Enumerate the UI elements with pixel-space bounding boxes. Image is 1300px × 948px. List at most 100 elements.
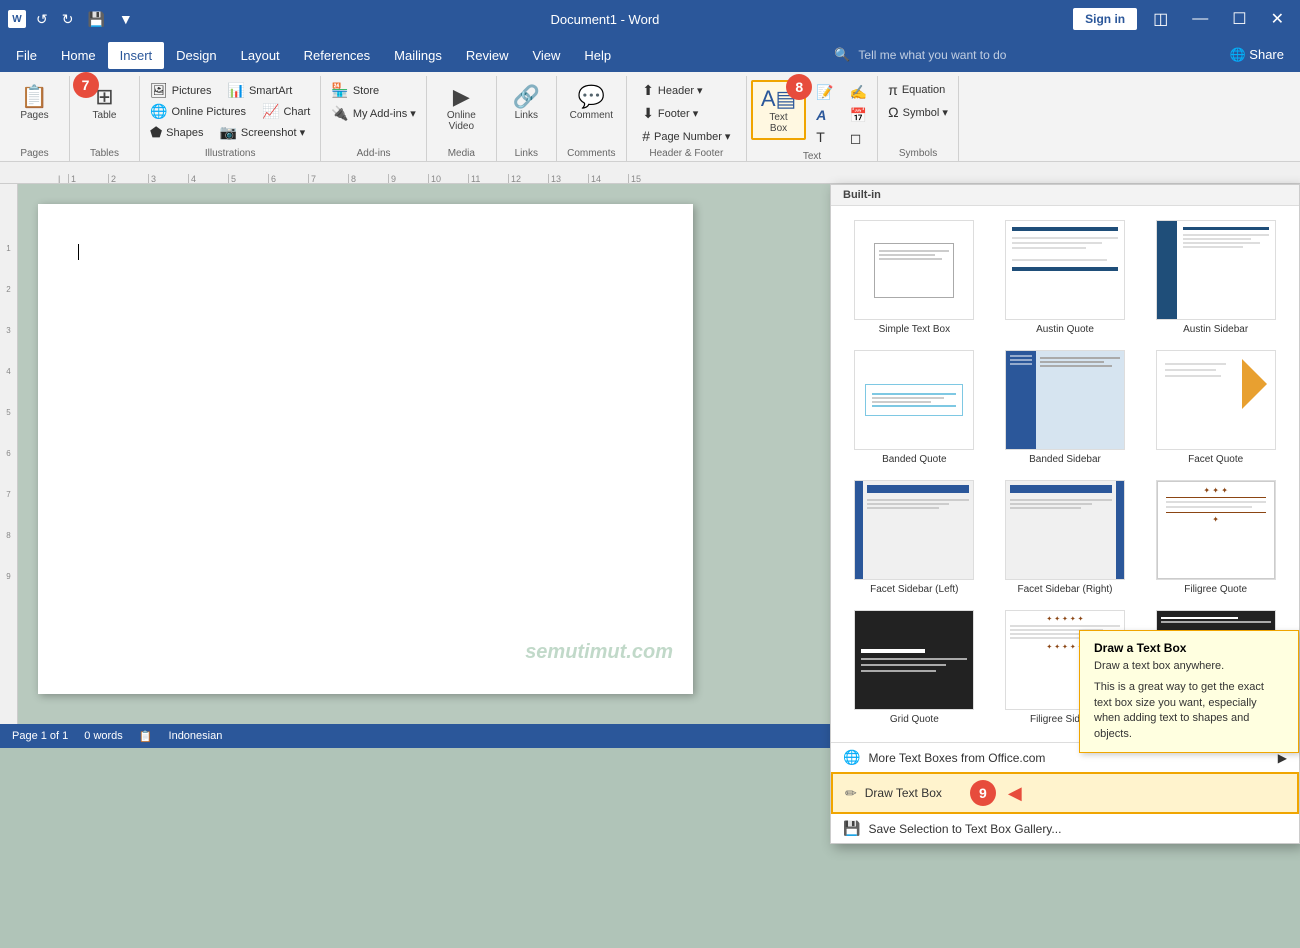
online-pictures-button[interactable]: 🌐 Online Pictures (144, 101, 252, 122)
my-addins-button[interactable]: 🔌 My Add-ins ▾ (325, 103, 421, 124)
textbox-austin-sidebar[interactable]: Austin Sidebar (1140, 214, 1291, 344)
menu-review[interactable]: Review (454, 42, 521, 69)
textbox-austin-quote[interactable]: Austin Quote (990, 214, 1141, 344)
addins-group-label: Add-ins (357, 146, 391, 161)
tooltip-line1: Draw a text box anywhere. (1094, 659, 1284, 674)
ribbon-group-text: 8 A▤ TextBox 📝 A T ✍ 📅 (747, 76, 878, 161)
screenshot-button[interactable]: 📷 Screenshot ▾ (213, 122, 311, 143)
tables-group-label: Tables (90, 146, 119, 161)
banded-sidebar-label: Banded Sidebar (1029, 454, 1101, 465)
dropdown-header: Built-in (831, 185, 1299, 206)
redo-button[interactable]: ↻ (58, 11, 78, 28)
customize-button[interactable]: ▼ (115, 11, 137, 27)
menu-insert[interactable]: Insert (108, 42, 165, 69)
grid-quote-thumb (854, 610, 974, 710)
illustrations-group-label: Illustrations (205, 146, 256, 161)
tooltip-box: Draw a Text Box Draw a text box anywhere… (1079, 630, 1299, 753)
text-box-button[interactable]: 8 A▤ TextBox (751, 80, 806, 140)
ribbon-group-pages: 📋 Pages Pages (0, 76, 70, 161)
textbox-grid-quote[interactable]: Grid Quote (839, 604, 990, 734)
menu-view[interactable]: View (520, 42, 572, 69)
draw-textbox-button[interactable]: ✏ Draw Text Box 9 ◀ (831, 772, 1299, 814)
table-button[interactable]: 7 ⊞ Table (81, 80, 129, 125)
facet-quote-thumb (1156, 350, 1276, 450)
textbox-facet-sidebar-right[interactable]: Facet Sidebar (Right) (990, 474, 1141, 604)
minimize-button[interactable]: — (1184, 10, 1216, 28)
ribbon-group-tables: 7 ⊞ Table Tables (70, 76, 140, 161)
header-button[interactable]: ⬆ Header ▾ (636, 80, 708, 101)
textbox-facet-quote[interactable]: Facet Quote (1140, 344, 1291, 474)
textbox-filigree-quote[interactable]: ✦ ✦ ✦ ✦ Filigree Quote (1140, 474, 1291, 604)
menu-home[interactable]: Home (49, 42, 108, 69)
comment-button[interactable]: 💬 Comment (562, 80, 621, 125)
links-button[interactable]: 🔗 Links (502, 80, 550, 125)
equation-button[interactable]: π Equation (882, 80, 951, 100)
page-number-button[interactable]: # Page Number ▾ (636, 126, 736, 146)
facet-sidebar-left-thumb (854, 480, 974, 580)
austin-quote-label: Austin Quote (1036, 324, 1094, 335)
language[interactable]: Indonesian (169, 730, 223, 742)
dropdown-footer: 🌐 More Text Boxes from Office.com ▶ ✏ Dr… (831, 742, 1299, 843)
title-bar-left-controls: W ↺ ↻ 💾 ▼ (8, 10, 137, 28)
textbox-banded-sidebar[interactable]: Banded Sidebar (990, 344, 1141, 474)
ribbon-group-header-footer: ⬆ Header ▾ ⬇ Footer ▾ # Page Number ▾ He… (627, 76, 747, 161)
ribbon-group-media: ▶ OnlineVideo Media (427, 76, 497, 161)
undo-button[interactable]: ↺ (32, 11, 52, 28)
step-8-circle: 8 (786, 74, 812, 100)
pages-group-label: Pages (20, 146, 48, 161)
simple-textbox-label: Simple Text Box (879, 324, 951, 335)
quick-parts-button[interactable]: 📝 (810, 82, 839, 103)
save-selection-label: Save Selection to Text Box Gallery... (868, 822, 1061, 836)
save-selection-icon: 💾 (843, 820, 860, 837)
more-textboxes-label: More Text Boxes from Office.com (868, 751, 1045, 765)
search-hint[interactable]: Tell me what you want to do (858, 48, 1006, 62)
word-app-icon: W (8, 10, 26, 28)
menu-bar: File Home Insert Design Layout Reference… (0, 38, 1300, 72)
shapes-button[interactable]: ⬟ Shapes (144, 122, 209, 143)
facet-sidebar-right-label: Facet Sidebar (Right) (1017, 584, 1112, 595)
austin-quote-thumb (1005, 220, 1125, 320)
sign-in-button[interactable]: Sign in (1073, 8, 1137, 30)
menu-help[interactable]: Help (572, 42, 623, 69)
textbox-facet-sidebar-left[interactable]: Facet Sidebar (Left) (839, 474, 990, 604)
textbox-banded-quote[interactable]: Banded Quote (839, 344, 990, 474)
menu-file[interactable]: File (4, 42, 49, 69)
smartart-button[interactable]: 📊 SmartArt (222, 80, 299, 101)
pictures-button[interactable]: 🖼 Pictures (144, 80, 218, 101)
maximize-button[interactable]: ☐ (1224, 9, 1254, 29)
menu-references[interactable]: References (292, 42, 382, 69)
signature-line-button[interactable]: ✍ (844, 82, 873, 103)
menu-layout[interactable]: Layout (229, 42, 292, 69)
restore-button[interactable]: ◫ (1145, 9, 1176, 29)
ribbon-group-links: 🔗 Links Links (497, 76, 557, 161)
symbols-group-label: Symbols (899, 146, 937, 161)
date-time-button[interactable]: 📅 (844, 105, 873, 126)
close-button[interactable]: ✕ (1263, 9, 1292, 29)
wordart-button[interactable]: A (810, 105, 839, 125)
store-button[interactable]: 🏪 Store (325, 80, 385, 101)
save-button[interactable]: 💾 (83, 11, 108, 28)
pages-button[interactable]: 📋 Pages (11, 80, 59, 125)
object-button[interactable]: ◻ (844, 128, 873, 149)
document-title: Document1 - Word (137, 12, 1073, 27)
online-video-button[interactable]: ▶ OnlineVideo (437, 80, 485, 136)
ribbon-group-illustrations: 🖼 Pictures 📊 SmartArt 🌐 Online Pictures … (140, 76, 321, 161)
simple-textbox-thumb (854, 220, 974, 320)
menu-mailings[interactable]: Mailings (382, 42, 454, 69)
tooltip-title: Draw a Text Box (1094, 641, 1284, 655)
footer-button[interactable]: ⬇ Footer ▾ (636, 103, 704, 124)
chart-button[interactable]: 📈 Chart (256, 101, 316, 122)
banded-quote-thumb (854, 350, 974, 450)
symbol-button[interactable]: Ω Symbol ▾ (882, 102, 954, 122)
menu-share[interactable]: 🌐 Share (1218, 41, 1297, 69)
document-page[interactable]: semutimut.com (38, 204, 693, 694)
menu-design[interactable]: Design (164, 42, 228, 69)
filigree-quote-label: Filigree Quote (1184, 584, 1247, 595)
save-selection-button[interactable]: 💾 Save Selection to Text Box Gallery... (831, 814, 1299, 843)
title-bar-right-controls: Sign in ◫ — ☐ ✕ (1073, 8, 1292, 30)
header-footer-group-label: Header & Footer (649, 146, 723, 161)
text-cursor (78, 244, 79, 260)
filigree-quote-thumb: ✦ ✦ ✦ ✦ (1156, 480, 1276, 580)
textbox-simple[interactable]: Simple Text Box (839, 214, 990, 344)
drop-cap-button[interactable]: T (810, 127, 839, 147)
